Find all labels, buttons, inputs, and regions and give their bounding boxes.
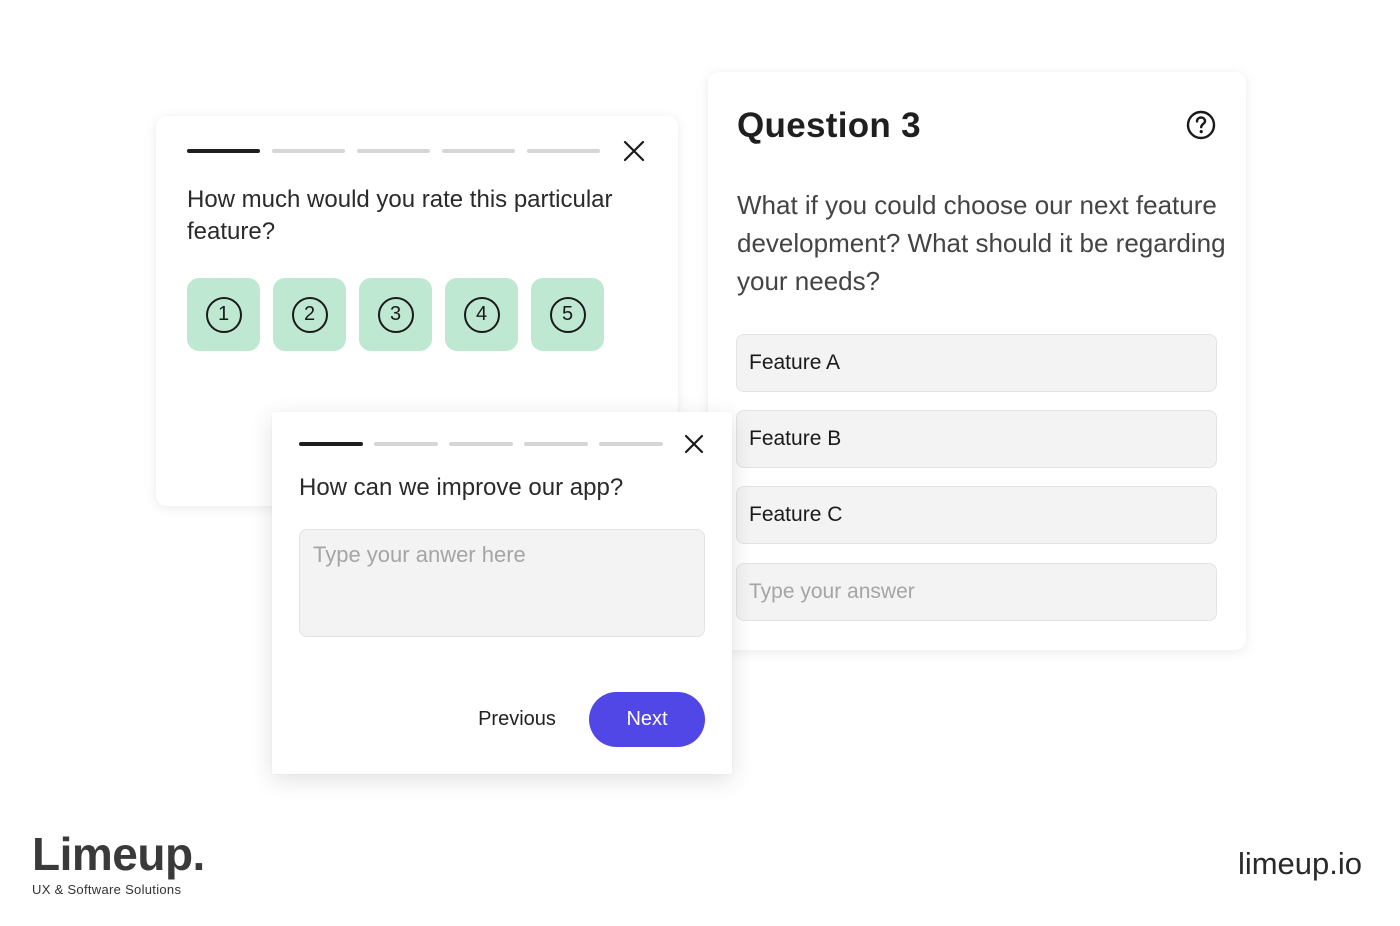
question-title: Question 3 <box>737 106 921 145</box>
rating-button-1[interactable]: 1 <box>187 278 260 351</box>
progress-segment <box>272 149 345 153</box>
answer-input[interactable] <box>736 563 1217 621</box>
rating-options: 1 2 3 4 5 <box>187 278 617 351</box>
close-icon[interactable] <box>622 139 646 163</box>
next-button[interactable]: Next <box>589 692 705 747</box>
rating-question: How much would you rate this particular … <box>187 186 613 245</box>
option-feature-a[interactable]: Feature A <box>736 334 1217 392</box>
progress-segment <box>187 149 260 153</box>
rating-button-5[interactable]: 5 <box>531 278 604 351</box>
rating-value: 2 <box>291 296 328 333</box>
previous-button[interactable]: Previous <box>462 692 572 747</box>
rating-button-3[interactable]: 3 <box>359 278 432 351</box>
rating-button-2[interactable]: 2 <box>273 278 346 351</box>
rating-value: 1 <box>205 296 242 333</box>
progress-segment <box>599 442 663 446</box>
rating-button-4[interactable]: 4 <box>445 278 518 351</box>
progress-segment <box>527 149 600 153</box>
rating-value: 5 <box>549 296 586 333</box>
question-text: What if you could choose our next featur… <box>737 190 1226 296</box>
logo-tagline: UX & Software Solutions <box>32 882 182 897</box>
logo-wordmark: Limeup. <box>32 828 205 880</box>
progress-bar <box>187 149 612 153</box>
rating-value: 3 <box>377 296 414 333</box>
close-icon[interactable] <box>682 432 706 456</box>
option-feature-c[interactable]: Feature C <box>736 486 1217 544</box>
rating-value: 4 <box>463 296 500 333</box>
progress-segment <box>374 442 438 446</box>
help-circle-icon[interactable] <box>1186 110 1216 140</box>
answer-textarea[interactable] <box>299 529 705 637</box>
brand-logo: Limeup. UX & Software Solutions <box>32 828 205 897</box>
progress-segment <box>357 149 430 153</box>
site-url: limeup.io <box>1237 846 1362 881</box>
option-feature-b[interactable]: Feature B <box>736 410 1217 468</box>
question-card: Question 3 What if you could choose our … <box>708 72 1246 650</box>
improve-question: How can we improve our app? <box>299 474 624 501</box>
progress-segment <box>299 442 363 446</box>
progress-segment <box>449 442 513 446</box>
progress-segment <box>524 442 588 446</box>
progress-segment <box>442 149 515 153</box>
progress-bar <box>299 442 674 446</box>
text-survey-card: How can we improve our app? Previous Nex… <box>272 412 732 774</box>
